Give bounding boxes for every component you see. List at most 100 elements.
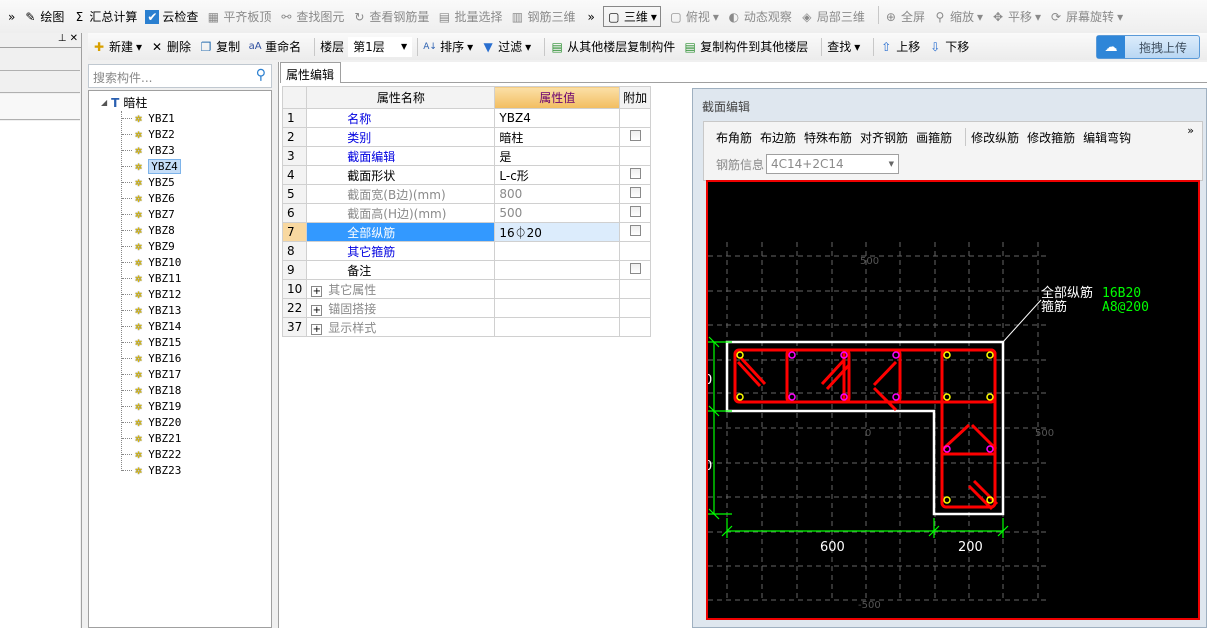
longitudinal-rebar[interactable] xyxy=(736,351,744,359)
extra-checkbox[interactable] xyxy=(629,225,641,236)
section-tool-button[interactable]: 画箍筋 xyxy=(916,129,952,146)
tree-item[interactable]: ✲ YBZ23 xyxy=(122,462,181,478)
toolbar-button-4[interactable]: ⚯ 查找图元 xyxy=(279,8,344,25)
section-tool-button[interactable]: 修改纵筋 xyxy=(971,129,1019,146)
longitudinal-rebar[interactable] xyxy=(892,351,900,359)
tree-item[interactable]: ✲ YBZ4 xyxy=(122,158,181,174)
property-value-cell[interactable] xyxy=(494,241,621,261)
property-name-cell[interactable]: 截面形状 xyxy=(306,165,496,185)
property-row[interactable]: 7 全部纵筋 16⏀20 xyxy=(281,222,651,242)
longitudinal-rebar[interactable] xyxy=(788,351,796,359)
search-box[interactable]: 搜索构件... ⚲ xyxy=(88,64,272,88)
copy-to-floor-button[interactable]: ▤ 复制构件到其他楼层 xyxy=(683,38,809,55)
tree-item[interactable]: ✲ YBZ9 xyxy=(122,238,175,254)
longitudinal-rebar[interactable] xyxy=(986,445,994,453)
longitudinal-rebar[interactable] xyxy=(892,393,900,401)
tree-item[interactable]: ✲ YBZ19 xyxy=(122,398,181,414)
property-value-cell[interactable] xyxy=(494,317,621,337)
expand-plus-icon[interactable]: + xyxy=(311,285,323,297)
property-row[interactable]: 22 + 锚固搭接 xyxy=(281,298,651,318)
tree-item[interactable]: ✲ YBZ3 xyxy=(122,142,175,158)
copy-from-floor-button[interactable]: ▤ 从其他楼层复制构件 xyxy=(550,38,676,55)
property-name-cell[interactable]: 其它箍筋 xyxy=(306,241,496,261)
property-name-cell[interactable]: 全部纵筋 xyxy=(306,222,496,242)
property-value-cell[interactable] xyxy=(494,279,621,299)
property-name-cell[interactable]: + 锚固搭接 xyxy=(306,298,496,318)
property-value-cell[interactable] xyxy=(494,260,621,280)
upload-button[interactable]: ☁ 拖拽上传 xyxy=(1096,35,1200,59)
property-value-cell[interactable]: 800 xyxy=(494,184,621,204)
tree-item[interactable]: ✲ YBZ20 xyxy=(122,414,181,430)
section-tool-button[interactable]: 布角筋 xyxy=(716,129,752,146)
tree-item[interactable]: ✲ YBZ22 xyxy=(122,446,181,462)
extra-checkbox[interactable] xyxy=(629,206,641,217)
toolbar-button-6[interactable]: ▤ 批量选择 xyxy=(437,8,503,25)
property-row[interactable]: 2 类别 暗柱 xyxy=(281,127,651,147)
tab-property-edit[interactable]: 属性编辑 xyxy=(280,62,341,83)
overflow-chevron-icon[interactable]: » xyxy=(1187,124,1194,137)
section-canvas[interactable]: 500 0 500 -500 600 200 0 0 全部纵筋 16B20 箍筋… xyxy=(706,180,1200,620)
tree-item[interactable]: ✲ YBZ17 xyxy=(122,366,181,382)
floor-select[interactable]: 第1层 ▼ xyxy=(348,36,413,57)
tree-item[interactable]: ✲ YBZ5 xyxy=(122,174,175,190)
longitudinal-rebar[interactable] xyxy=(986,351,994,359)
property-row[interactable]: 3 截面编辑 是 xyxy=(281,146,651,166)
filter-button[interactable]: ▼ 过滤 ▾ xyxy=(481,38,532,55)
property-name-cell[interactable]: 类别 xyxy=(306,127,496,147)
tree-item[interactable]: ✲ YBZ15 xyxy=(122,334,181,350)
property-row[interactable]: 8 其它箍筋 xyxy=(281,241,651,261)
view-button-1[interactable]: ▢ 俯视 ▾ xyxy=(669,6,719,27)
overflow-chevron-icon[interactable]: » xyxy=(8,10,15,24)
property-name-cell[interactable]: 名称 xyxy=(306,108,496,128)
property-value-cell[interactable]: L-c形 xyxy=(494,165,621,185)
section-tool-button[interactable]: 修改箍筋 xyxy=(1027,129,1075,146)
tree-item[interactable]: ✲ YBZ2 xyxy=(122,126,175,142)
view-button-0[interactable]: ▢ 三维 ▾ xyxy=(602,6,661,27)
extra-checkbox[interactable] xyxy=(629,263,641,274)
extra-checkbox[interactable] xyxy=(629,130,641,141)
property-value-cell[interactable]: 500 xyxy=(494,203,621,223)
toolbar-button-5[interactable]: ↻ 查看钢筋量 xyxy=(352,8,429,25)
view-button-6[interactable]: ✥ 平移 ▾ xyxy=(991,6,1041,27)
property-name-cell[interactable]: 截面编辑 xyxy=(306,146,496,166)
panel-section[interactable] xyxy=(0,49,80,71)
longitudinal-rebar[interactable] xyxy=(788,393,796,401)
panel-section[interactable] xyxy=(0,71,80,93)
copy-button[interactable]: ❐ 复制 xyxy=(199,38,240,55)
property-row[interactable]: 4 截面形状 L-c形 xyxy=(281,165,651,185)
view-button-2[interactable]: ◐ 动态观察 xyxy=(727,6,792,27)
move-up-button[interactable]: ⇧ 上移 xyxy=(879,38,920,55)
toolbar-button-2[interactable]: ✔ 云检查 xyxy=(145,8,198,25)
section-tool-button[interactable]: 特殊布筋 xyxy=(804,129,852,146)
section-drawing[interactable]: 500 0 500 -500 600 200 0 0 全部纵筋 16B20 箍筋… xyxy=(708,182,1198,618)
tree-item[interactable]: ✲ YBZ6 xyxy=(122,190,175,206)
close-icon[interactable]: ✕ xyxy=(70,33,78,44)
overflow-chevron-icon[interactable]: » xyxy=(587,10,594,24)
sort-button[interactable]: A↓ 排序 ▾ xyxy=(423,38,473,55)
rename-button[interactable]: aA 重命名 xyxy=(248,38,302,55)
tree-item[interactable]: ✲ YBZ18 xyxy=(122,382,181,398)
property-row[interactable]: 1 名称 YBZ4 xyxy=(281,108,651,128)
property-row[interactable]: 6 截面高(H边)(mm) 500 xyxy=(281,203,651,223)
tree-item[interactable]: ✲ YBZ14 xyxy=(122,318,181,334)
property-name-cell[interactable]: 截面高(H边)(mm) xyxy=(306,203,496,223)
extra-checkbox[interactable] xyxy=(629,168,641,179)
section-tool-button[interactable]: 布边筋 xyxy=(760,129,796,146)
section-tool-button[interactable]: 编辑弯钩 xyxy=(1083,129,1131,146)
tree-item[interactable]: ✲ YBZ8 xyxy=(122,222,175,238)
longitudinal-rebar[interactable] xyxy=(986,393,994,401)
tree-item[interactable]: ✲ YBZ12 xyxy=(122,286,181,302)
new-button[interactable]: ✚ 新建 ▾ xyxy=(92,38,142,55)
extra-checkbox[interactable] xyxy=(629,187,641,198)
section-tool-button[interactable]: 对齐钢筋 xyxy=(860,129,908,146)
tree-item[interactable]: ✲ YBZ16 xyxy=(122,350,181,366)
property-row[interactable]: 5 截面宽(B边)(mm) 800 xyxy=(281,184,651,204)
expand-plus-icon[interactable]: + xyxy=(311,304,323,316)
property-name-cell[interactable]: + 显示样式 xyxy=(306,317,496,337)
toolbar-button-1[interactable]: Σ 汇总计算 xyxy=(72,8,138,25)
property-value-cell[interactable]: 16⏀20 xyxy=(494,222,621,242)
view-button-5[interactable]: ⚲ 缩放 ▾ xyxy=(933,6,983,27)
search-icon[interactable]: ⚲ xyxy=(256,67,266,83)
property-value-cell[interactable]: YBZ4 xyxy=(494,108,621,128)
property-name-cell[interactable]: + 其它属性 xyxy=(306,279,496,299)
